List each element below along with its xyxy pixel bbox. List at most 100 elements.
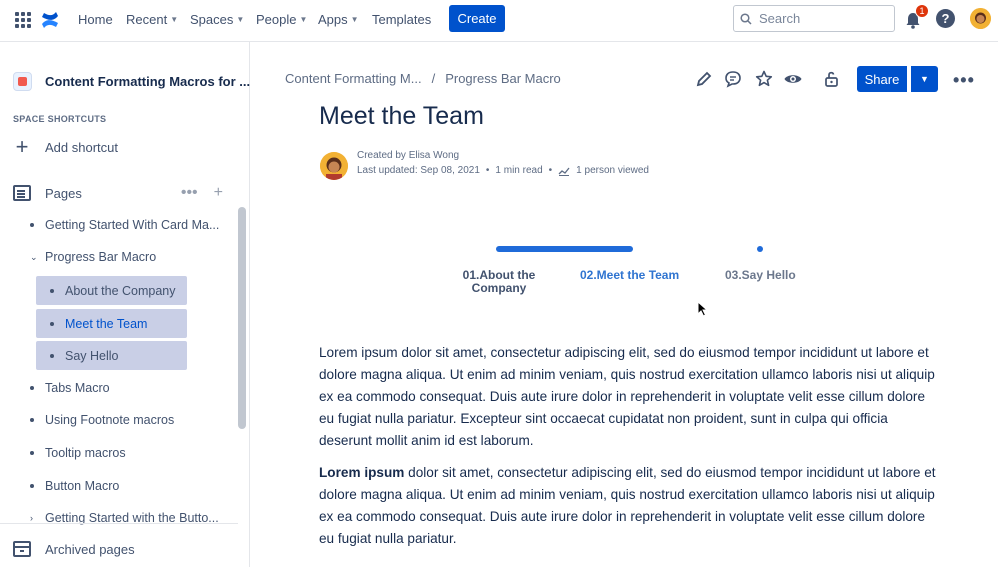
chevron-down-icon: ▼ (350, 15, 359, 24)
user-avatar[interactable] (970, 8, 991, 29)
add-page-icon[interactable]: + (214, 184, 223, 202)
search-input[interactable]: Search (733, 5, 895, 32)
chevron-right-icon[interactable]: › (30, 513, 35, 523)
progress-step-3[interactable]: 03.Say Hello (725, 269, 796, 282)
breadcrumb-separator: / (431, 71, 436, 86)
pages-label: Pages (45, 185, 82, 201)
add-shortcut-label: Add shortcut (45, 139, 118, 155)
progress-step-1[interactable]: 01.About the Company (462, 269, 536, 295)
nav-templates[interactable]: Templates (372, 12, 431, 27)
chevron-down-icon: ▼ (299, 15, 308, 24)
progress-step-2[interactable]: 02.Meet the Team (580, 269, 679, 282)
sidebar-item-label: Progress Bar Macro (45, 250, 157, 264)
pages-icon (13, 185, 31, 201)
add-shortcut-button[interactable]: + Add shortcut (13, 134, 118, 159)
star-icon[interactable] (754, 69, 774, 89)
created-by: Created by Elisa Wong (357, 150, 460, 161)
progress-step-3-marker (757, 246, 763, 252)
breadcrumb-current[interactable]: Progress Bar Macro (445, 71, 561, 86)
read-time: 1 min read (495, 165, 543, 176)
progress-step-2-label: 02.Meet the Team (580, 268, 680, 282)
search-icon (740, 12, 752, 25)
sidebar-item-button-macro[interactable]: Button Macro (30, 476, 119, 496)
top-navigation: Home Recent ▼ Spaces ▼ People ▼ Apps ▼ Templ… (0, 0, 998, 42)
chevron-down-icon: ▼ (236, 15, 245, 24)
page-metadata: Last updated: Sep 08, 2021 • 1 min read … (357, 165, 649, 176)
author-avatar[interactable] (320, 152, 348, 180)
space-header[interactable]: Content Formatting Macros for ... (13, 72, 250, 91)
sidebar-item-label: Say Hello (65, 348, 119, 363)
bullet-icon (50, 321, 54, 326)
more-options-icon[interactable]: ••• (953, 70, 975, 91)
last-updated: Last updated: Sep 08, 2021 (357, 165, 480, 176)
nav-spaces-label: Spaces (190, 12, 234, 27)
nav-home[interactable]: Home (78, 12, 113, 27)
sidebar-item-getting-started-card[interactable]: Getting Started With Card Ma... (30, 215, 219, 235)
chevron-down-icon[interactable]: ⌄ (30, 252, 38, 263)
sidebar-item-getting-started-button[interactable]: › Getting Started with the Butto... (30, 508, 219, 528)
mouse-cursor-icon (697, 301, 709, 317)
analytics-icon (558, 167, 570, 176)
space-shortcuts-label: SPACE SHORTCUTS (13, 114, 107, 124)
sidebar-item-label: Using Footnote macros (45, 413, 175, 427)
comment-icon[interactable] (723, 69, 743, 89)
help-icon[interactable]: ? (936, 9, 955, 28)
breadcrumb: Content Formatting M... / Progress Bar M… (285, 71, 561, 86)
body-paragraph-2: Lorem ipsum dolor sit amet, consectetur … (319, 462, 937, 550)
nav-people-label: People (256, 12, 297, 27)
sidebar-item-label: Tabs Macro (45, 381, 110, 395)
share-dropdown-button[interactable]: ▼ (911, 66, 938, 92)
edit-icon[interactable] (694, 69, 714, 89)
share-button[interactable]: Share (857, 66, 907, 92)
paragraph-text: dolor sit amet, consectetur adipiscing e… (319, 465, 936, 546)
sidebar-item-footnote[interactable]: Using Footnote macros (30, 410, 174, 430)
nav-recent[interactable]: Recent ▼ (126, 12, 178, 27)
separator-dot: • (485, 165, 490, 176)
sidebar-item-meet-team[interactable]: Meet the Team (36, 309, 187, 338)
restrictions-lock-icon[interactable] (822, 69, 842, 89)
sidebar-item-label: About the Company (65, 283, 176, 298)
bullet-icon (30, 451, 34, 455)
watch-icon[interactable] (783, 69, 803, 89)
breadcrumb-parent[interactable]: Content Formatting M... (285, 71, 422, 86)
chevron-down-icon: ▼ (170, 15, 179, 24)
confluence-logo-icon[interactable] (41, 10, 59, 30)
bullet-icon (30, 386, 34, 390)
sidebar-item-label: Button Macro (45, 479, 120, 493)
space-title: Content Formatting Macros for ... (45, 74, 251, 89)
sidebar-scrollbar[interactable] (238, 207, 246, 429)
nav-spaces[interactable]: Spaces ▼ (190, 12, 244, 27)
app-switcher-icon[interactable] (15, 12, 31, 28)
bullet-icon (30, 484, 34, 488)
progress-segment-1 (496, 246, 633, 252)
sidebar-item-tooltip[interactable]: Tooltip macros (30, 443, 126, 463)
bullet-icon (50, 288, 54, 293)
sidebar: Content Formatting Macros for ... SPACE … (0, 42, 250, 567)
view-count[interactable]: 1 person viewed (576, 165, 649, 176)
nav-templates-label: Templates (372, 12, 432, 27)
archived-pages-label: Archived pages (45, 541, 135, 557)
more-actions-icon[interactable]: ••• (181, 184, 198, 202)
page-title: Meet the Team (319, 102, 484, 130)
sidebar-item-tabs-macro[interactable]: Tabs Macro (30, 378, 110, 398)
nav-recent-label: Recent (126, 12, 168, 27)
chevron-down-icon: ▼ (920, 74, 929, 84)
archived-pages-link[interactable]: Archived pages (13, 541, 135, 557)
sidebar-item-label: Meet the Team (65, 316, 148, 331)
create-button[interactable]: Create (449, 5, 505, 32)
nav-apps[interactable]: Apps ▼ (318, 12, 359, 27)
plus-icon: + (15, 134, 29, 159)
sidebar-item-label: Getting Started With Card Ma... (45, 218, 220, 232)
sidebar-item-say-hello[interactable]: Say Hello (36, 341, 187, 370)
bullet-icon (50, 353, 54, 358)
bold-text: Lorem ipsum (319, 465, 405, 480)
nav-people[interactable]: People ▼ (256, 12, 307, 27)
sidebar-item-progress-bar[interactable]: ⌄ Progress Bar Macro (30, 247, 156, 267)
space-avatar-icon (13, 72, 32, 91)
sidebar-item-about-company[interactable]: About the Company (36, 276, 187, 305)
bullet-icon (30, 418, 34, 422)
nav-home-label: Home (78, 12, 113, 27)
pages-section[interactable]: Pages ••• + (13, 184, 223, 202)
archive-icon (13, 541, 31, 557)
nav-apps-label: Apps (318, 12, 348, 27)
